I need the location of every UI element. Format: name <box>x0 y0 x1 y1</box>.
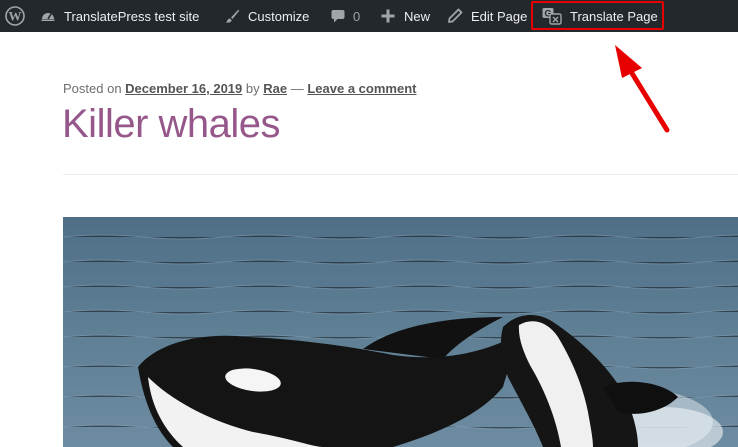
page-title: Killer whales <box>62 102 281 146</box>
new-label: New <box>404 8 431 24</box>
wordpress-logo-icon: W <box>5 6 25 26</box>
translate-page-label: Translate Page <box>570 8 658 24</box>
customize-label: Customize <box>248 8 310 24</box>
site-name-label: TranslatePress test site <box>64 8 200 24</box>
translate-page-link[interactable]: G Translate Page <box>542 0 658 32</box>
site-name-link[interactable]: TranslatePress test site <box>40 0 199 32</box>
plus-icon <box>380 8 396 24</box>
dashboard-icon <box>40 8 56 24</box>
comments-count: 0 <box>353 8 361 24</box>
edit-page-link[interactable]: Edit Page <box>447 0 527 32</box>
svg-text:W: W <box>9 9 22 24</box>
meta-separator: — <box>290 81 304 96</box>
admin-bar: W TranslatePress test site Customize 0 N… <box>0 0 738 32</box>
header-divider <box>63 174 738 175</box>
new-content-link[interactable]: New <box>380 0 430 32</box>
post-date-link[interactable]: December 16, 2019 <box>125 81 242 96</box>
comments-link[interactable]: 0 <box>330 0 360 32</box>
pencil-icon <box>447 8 463 24</box>
translate-icon: G <box>542 7 562 25</box>
posted-on-prefix: Posted on <box>63 81 122 96</box>
comment-bubble-icon <box>330 8 346 24</box>
wordpress-menu[interactable]: W <box>4 0 26 32</box>
author-link[interactable]: Rae <box>263 81 287 96</box>
paintbrush-icon <box>224 8 240 24</box>
leave-comment-link[interactable]: Leave a comment <box>307 81 416 96</box>
by-text: by <box>245 81 260 96</box>
post-meta: Posted on December 16, 2019 by Rae — Lea… <box>63 81 416 96</box>
featured-image <box>63 217 738 447</box>
customize-link[interactable]: Customize <box>224 0 309 32</box>
edit-page-label: Edit Page <box>471 8 528 24</box>
